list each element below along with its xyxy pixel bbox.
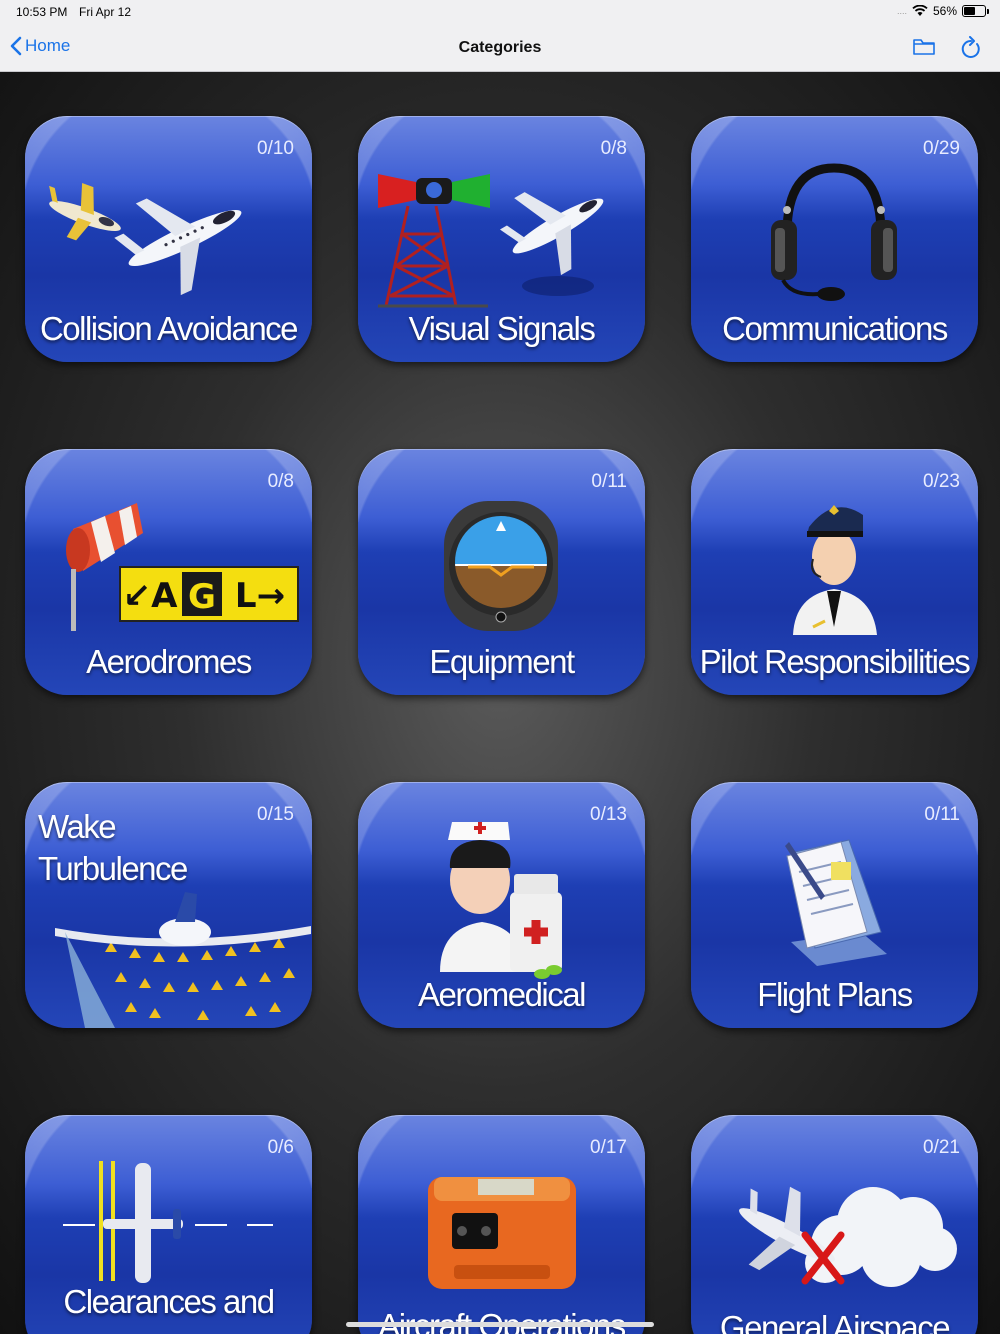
navigation-bar: Home Categories (0, 24, 1000, 72)
tile-progress-count: 0/21 (923, 1137, 960, 1158)
tile-progress-count: 0/17 (590, 1137, 627, 1158)
tile-label: Clearances and (63, 1283, 275, 1320)
tile-label: General Airspace (719, 1309, 951, 1334)
refresh-button[interactable] (960, 36, 982, 65)
category-tile-aeromedical[interactable]: 0/13 Aeromedical (358, 782, 645, 1028)
tile-progress-count: 0/8 (267, 471, 294, 492)
sign-letter-g: G (188, 577, 216, 617)
tile-label: Wake Turbulence (38, 806, 188, 890)
tile-label: Equipment (429, 643, 575, 680)
category-tile-flight-plans[interactable]: 0/11 Flight Plans (691, 782, 978, 1028)
tile-label: Aircraft Operations (378, 1307, 626, 1334)
sign-letter-a: ↙A (123, 576, 178, 616)
category-tile-collision-avoidance[interactable]: 0/10 Collision Avoidance (25, 116, 312, 362)
tile-label: Flight Plans (757, 976, 913, 1013)
folder-button[interactable] (912, 37, 936, 62)
category-tile-clearances[interactable]: 0/6 Clearances and (25, 1115, 312, 1334)
category-tile-equipment[interactable]: 0/11 Equipment (358, 449, 645, 695)
status-date: Fri Apr 12 (79, 5, 132, 19)
tile-progress-count: 0/15 (257, 804, 294, 825)
category-tile-wake-turbulence[interactable]: 0/15 Wake Turbulence (25, 782, 312, 1028)
tile-label: Pilot Responsibilities (699, 643, 971, 680)
status-time: 10:53 PM (16, 5, 68, 19)
status-indicators: .... 56% (896, 4, 989, 18)
tile-progress-count: 0/23 (923, 471, 960, 492)
tile-progress-count: 0/11 (924, 804, 960, 825)
sign-letter-l: L→ (235, 576, 285, 616)
battery-icon (962, 5, 989, 17)
battery-percent: 56% (932, 4, 957, 18)
home-indicator[interactable] (346, 1322, 654, 1327)
refresh-icon (961, 36, 980, 58)
tile-label: Aerodromes (86, 643, 252, 680)
tile-label: Aeromedical (418, 976, 586, 1013)
status-bar: 10:53 PM Fri Apr 12 .... 56% (0, 0, 1000, 24)
category-tile-aerodromes[interactable]: ↙A G L→ 0/8 Aerodromes (25, 449, 312, 695)
tile-label: Visual Signals (408, 310, 596, 347)
wifi-icon (912, 5, 928, 16)
page-title: Categories (458, 39, 542, 56)
tile-label-line-1: Wake (38, 808, 117, 845)
tile-label: Collision Avoidance (39, 310, 299, 347)
category-tile-communications[interactable]: 0/29 Communications (691, 116, 978, 362)
battery-fill (964, 7, 976, 15)
category-grid: 0/10 Collision Avoidance 0/8 Visual Sign… (0, 72, 1000, 1334)
category-tile-visual-signals[interactable]: 0/8 Visual Signals (358, 116, 645, 362)
tile-label-line-2: Turbulence (38, 850, 188, 887)
category-tile-pilot-responsibilities[interactable]: 0/23 Pilot Responsibilities (691, 449, 978, 695)
category-tile-aircraft-operations[interactable]: 0/17 Aircraft Operations (358, 1115, 645, 1334)
tile-progress-count: 0/11 (591, 471, 627, 492)
category-tile-general-airspace[interactable]: 0/21 General Airspace (691, 1115, 978, 1334)
tile-progress-count: 0/10 (257, 138, 294, 159)
tile-progress-count: 0/6 (267, 1137, 294, 1158)
tile-progress-count: 0/13 (590, 804, 627, 825)
tile-label: Communications (722, 310, 948, 347)
folder-icon (913, 39, 935, 55)
signal-icon: .... (896, 6, 907, 16)
tile-progress-count: 0/29 (923, 138, 960, 159)
tile-progress-count: 0/8 (600, 138, 627, 159)
